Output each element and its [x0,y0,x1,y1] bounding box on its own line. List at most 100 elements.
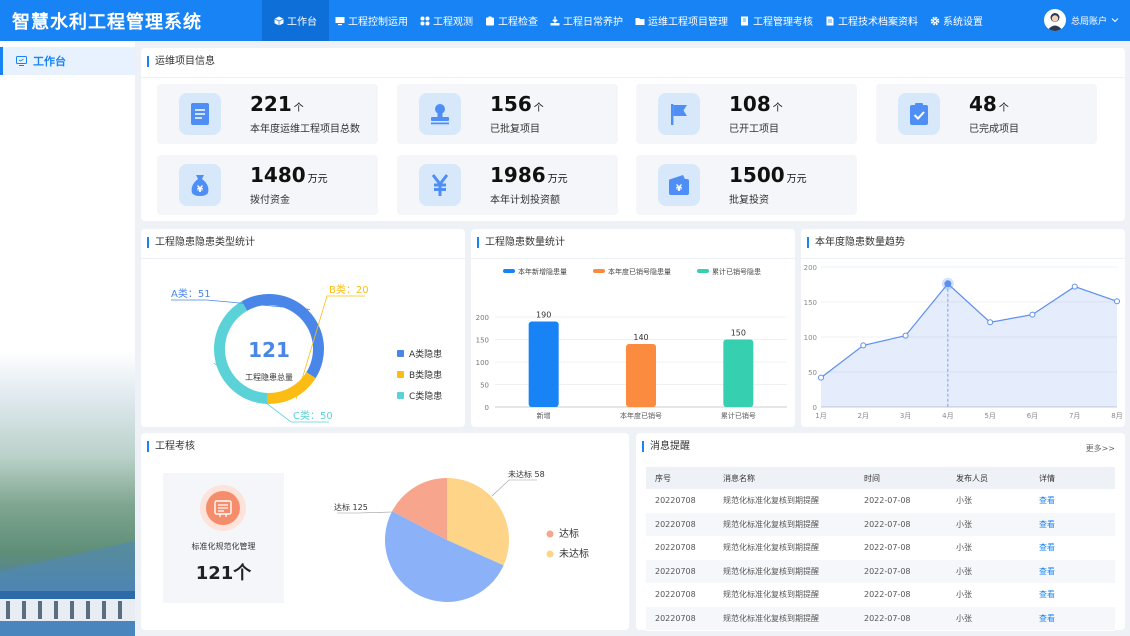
stat-value: 1480 万元 [250,163,328,187]
y-tick-label: 200 [476,314,489,322]
data-point [944,280,952,288]
data-label: A类：51 [171,287,211,300]
nav-item-settings[interactable]: 系统设置 [924,0,989,41]
table-cell: 查看 [1039,489,1115,513]
table-cell: 2022-07-08 [864,489,956,513]
exam-pie-chart: 未达标 58 达标 125 达标未达标 [334,469,589,602]
document-icon [826,16,834,25]
nav-item-inspection[interactable]: 工程检查 [479,0,544,41]
table-cell: 规范化标准化复核到期提醒 [723,559,864,584]
nav-item-label: 运维工程项目管理 [648,17,728,28]
table-row: 20220708 规范化标准化复核到期提醒 2022-07-08 小张 查看 [646,559,1115,584]
table-cell: 查看 [1039,512,1115,537]
stat-value: 221 个 [250,92,304,116]
x-tick-label: 3月 [900,412,911,420]
x-tick-label: 新增 [537,411,551,420]
table-cell: 小张 [956,606,1039,631]
legend-swatch [397,392,404,399]
nav-item-maintenance[interactable]: 工程日常养护 [544,0,629,41]
table-cell: 20220708 [646,512,723,537]
stat-card-started-projects: 108 个 已开工项目 [636,84,857,144]
cube-icon [274,16,284,25]
data-label: B类：20 [329,283,369,296]
nav-item-assessment[interactable]: 工程管理考核 [734,0,819,41]
panel-title: 消息提醒 [642,441,690,452]
x-tick-label: 4月 [942,412,953,420]
y-tick-label: 100 [476,359,489,367]
table-cell: 查看 [1039,606,1115,631]
panel-title: 工程隐患隐患类型统计 [147,237,255,248]
view-link[interactable]: 查看 [1039,614,1055,623]
legend-label: 未达标 [559,548,589,560]
x-tick-label: 7月 [1069,412,1080,420]
nav-item-label: 工程日常养护 [563,17,623,28]
table-cell: 查看 [1039,559,1115,584]
data-point [1029,311,1036,318]
nav-item-control[interactable]: 工程控制运用 [329,0,414,41]
view-link[interactable]: 查看 [1039,590,1055,599]
svg-text:¥: ¥ [676,184,683,194]
table-cell: 20220708 [646,489,723,513]
panel-title: 工程考核 [147,441,195,452]
x-tick-label: 2月 [858,412,869,420]
table-cell: 规范化标准化复核到期提醒 [723,489,864,513]
checklist-icon [898,93,940,135]
messages-table: 序号 消息名称 时间 发布人员 详情 20220708 规范化标准化复核到期提醒 2… [646,467,1115,631]
y-tick-label: 0 [485,404,489,412]
data-point [987,319,994,326]
table-cell: 小张 [956,512,1039,537]
box-label: 标准化规范化管理 [191,542,256,551]
legend-label: 本年度已销号隐患量 [608,267,671,276]
legend-label: A类隐患 [409,348,442,360]
main-nav: 工作台 工程控制运用 工程观测 工程检查 工程日常养护 运维工程项目管理 工程管… [262,0,989,41]
y-tick-label: 100 [804,334,817,342]
stat-card-total-projects: 221 个 本年度运维工程项目总数 [157,84,378,144]
wallet-icon: ¥ [658,164,700,206]
x-tick-label: 6月 [1027,412,1038,420]
x-tick-label: 5月 [984,412,995,420]
table-cell: 20220708 [646,606,723,631]
stat-label: 已批复项目 [490,124,540,135]
data-point [1071,283,1078,290]
more-link[interactable]: 更多>> [1086,443,1115,454]
view-link[interactable]: 查看 [1039,520,1055,529]
legend-swatch [503,269,515,273]
x-tick-label: 1月 [815,412,826,420]
nav-item-label: 工程管理考核 [753,17,813,28]
y-tick-label: 0 [813,404,817,412]
y-tick-label: 50 [808,369,817,377]
user-avatar-icon [1047,13,1063,31]
view-link[interactable]: 查看 [1039,567,1055,576]
standardization-box: 标准化规范化管理 121个 [163,473,284,603]
stat-card-planned-investment: 1986 万元 本年计划投资额 [397,155,618,215]
edit-doc-icon [741,16,748,25]
view-link[interactable]: 查看 [1039,496,1055,505]
nav-item-project-management[interactable]: 运维工程项目管理 [629,0,734,41]
legend-label: B类隐患 [409,369,442,381]
user-menu[interactable]: 总局账户 [1044,9,1119,31]
view-link[interactable]: 查看 [1039,543,1055,552]
sidebar-item-workbench[interactable]: 工作台 [0,47,135,75]
table-cell: 小张 [956,536,1039,560]
app-title: 智慧水利工程管理系统 [12,12,202,33]
data-point [1114,298,1120,305]
col-header: 消息名称 [723,467,864,489]
nav-item-archives[interactable]: 工程技术档案资料 [819,0,924,41]
top-header: 智慧水利工程管理系统 工作台 工程控制运用 工程观测 工程检查 工程日常养护 运… [0,0,1130,41]
nav-item-observation[interactable]: 工程观测 [414,0,479,41]
download-tray-icon [550,16,560,25]
nav-item-label: 系统设置 [943,17,983,28]
stat-value: 48 个 [969,92,1009,116]
leader-line [337,511,393,514]
box-value: 121个 [195,563,252,584]
legend-swatch [397,350,404,357]
document-list-icon [179,93,221,135]
standard-management-icon [200,485,246,531]
stamp-icon [419,93,461,135]
x-tick-label: 本年度已销号 [620,411,662,420]
nav-item-workbench[interactable]: 工作台 [262,0,329,41]
stat-card-approved-projects: 156 个 已批复项目 [397,84,618,144]
avatar [1044,9,1066,31]
flag-icon [658,93,700,135]
stat-value: 1986 万元 [490,163,568,187]
